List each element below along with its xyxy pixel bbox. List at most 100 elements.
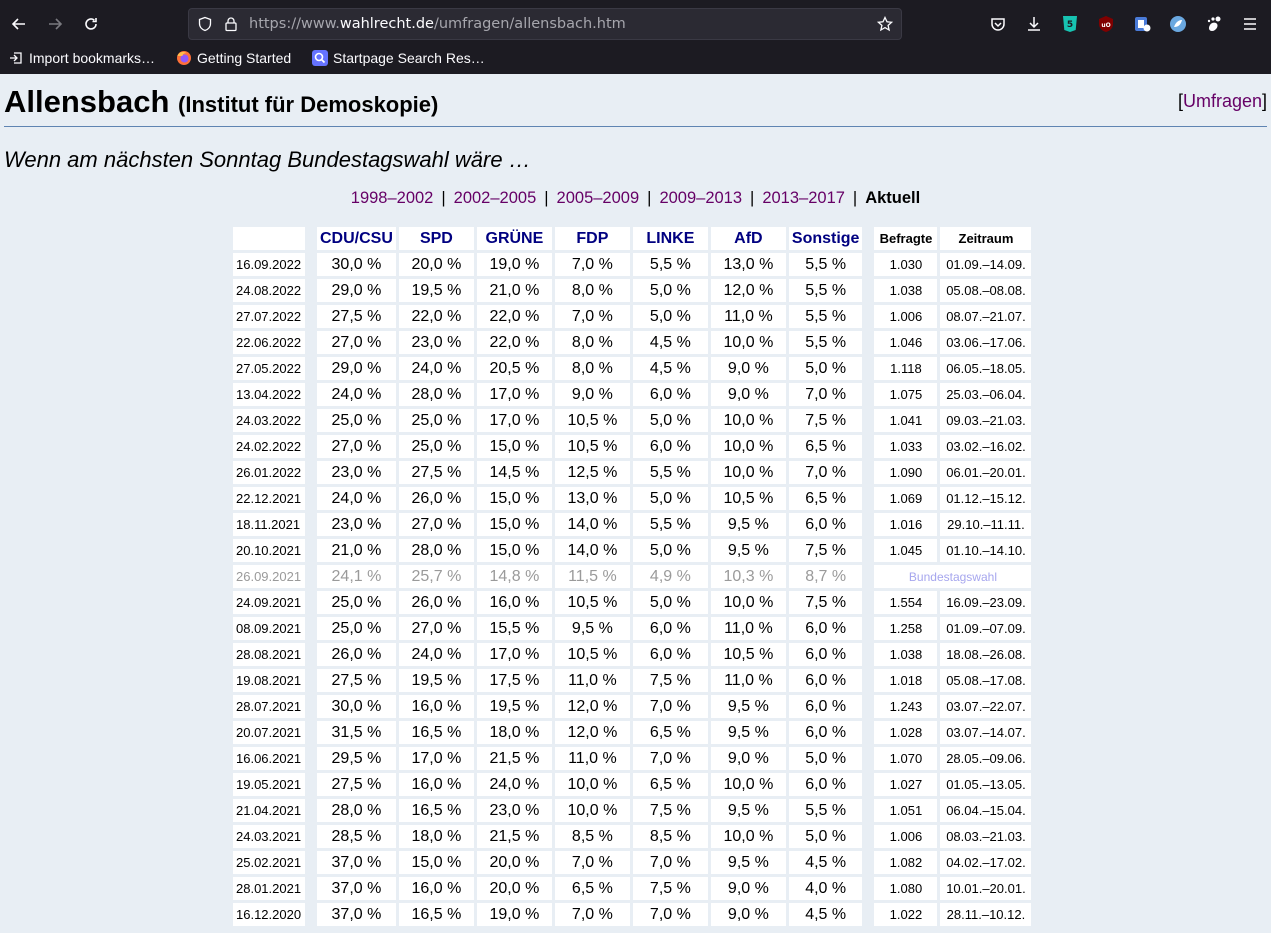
menu-icon[interactable]	[1240, 14, 1260, 34]
pocket-icon[interactable]	[988, 14, 1008, 34]
row-gap	[865, 565, 871, 588]
zeitraum-value: 16.09.–23.09.	[940, 591, 1032, 614]
row-date: 27.05.2022	[233, 357, 305, 380]
shield-icon[interactable]	[197, 16, 213, 32]
forward-button[interactable]	[40, 9, 70, 39]
party-value: 9,5 %	[710, 851, 786, 874]
period-link[interactable]: 2013–2017	[762, 189, 845, 207]
row-gap	[308, 305, 314, 328]
row-gap	[308, 851, 314, 874]
table-row: 16.09.2022 30,0 % 20,0 % 19,0 % 7,0 % 5,5 % 13…	[233, 253, 1032, 276]
party-value: 6,0 %	[788, 669, 863, 692]
url-text[interactable]: https://www.wahlrecht.de/umfragen/allens…	[249, 16, 626, 32]
poll-table: CDU/CSU SPD GRÜNE FDP LINKE AfD Sonstige Befrag…	[230, 224, 1034, 929]
party-value: 7,5 %	[788, 409, 863, 432]
row-gap	[865, 435, 871, 458]
zeitraum-value: 01.05.–13.05.	[940, 773, 1032, 796]
row-gap	[308, 825, 314, 848]
befragte-value: 1.038	[874, 279, 938, 302]
party-value: 9,0 %	[554, 383, 630, 406]
party-value: 6,0 %	[632, 643, 708, 666]
party-value: 11,0 %	[554, 669, 630, 692]
zeitraum-value: 01.09.–07.09.	[940, 617, 1032, 640]
party-value: 10,0 %	[710, 409, 786, 432]
party-value: 4,5 %	[788, 903, 863, 926]
zeitraum-value: 01.12.–15.12.	[940, 487, 1032, 510]
bookmark-star-icon[interactable]	[877, 16, 893, 32]
period-link[interactable]: 1998–2002	[351, 189, 434, 207]
download-icon[interactable]	[1024, 14, 1044, 34]
election-label: Bundestagswahl	[874, 565, 1032, 588]
leaf-extension-icon[interactable]	[1168, 14, 1188, 34]
party-value: 21,5 %	[476, 747, 552, 770]
privacy-extension-icon[interactable]	[1132, 14, 1152, 34]
party-value: 9,0 %	[710, 747, 786, 770]
table-row: 16.06.2021 29,5 % 17,0 % 21,5 % 11,0 % 7,0 % 9…	[233, 747, 1032, 770]
zeitraum-value: 03.07.–22.07.	[940, 695, 1032, 718]
bookmark-label: Getting Started	[197, 50, 292, 66]
party-value: 6,0 %	[788, 721, 863, 744]
party-value: 8,7 %	[788, 565, 863, 588]
firefox-icon	[176, 50, 192, 66]
table-row: 24.02.2022 27,0 % 25,0 % 15,0 % 10,5 % 6,0 % 1…	[233, 435, 1032, 458]
party-value: 19,0 %	[476, 903, 552, 926]
party-value: 5,5 %	[788, 799, 863, 822]
period-link[interactable]: 2002–2005	[454, 189, 537, 207]
party-value: 10,0 %	[710, 825, 786, 848]
party-value: 24,0 %	[398, 357, 474, 380]
party-value: 19,5 %	[476, 695, 552, 718]
period-link[interactable]: 2005–2009	[557, 189, 640, 207]
party-value: 6,0 %	[632, 435, 708, 458]
table-row: 21.04.2021 28,0 % 16,5 % 23,0 % 10,0 % 7,5 % 9…	[233, 799, 1032, 822]
party-value: 37,0 %	[317, 851, 396, 874]
party-value: 10,0 %	[554, 773, 630, 796]
gnome-extension-icon[interactable]	[1204, 14, 1224, 34]
party-value: 16,5 %	[398, 903, 474, 926]
row-date: 13.04.2022	[233, 383, 305, 406]
party-value: 4,5 %	[632, 331, 708, 354]
befragte-value: 1.046	[874, 331, 938, 354]
table-row: 24.09.2021 25,0 % 26,0 % 16,0 % 10,5 % 5,0 % 1…	[233, 591, 1032, 614]
row-gap	[865, 721, 871, 744]
zeitraum-value: 03.02.–16.02.	[940, 435, 1032, 458]
party-value: 37,0 %	[317, 903, 396, 926]
period-nav: 1998–2002 | 2002–2005 | 2005–2009 | 2009–2013 |…	[0, 189, 1271, 208]
table-row: 08.09.2021 25,0 % 27,0 % 15,5 % 9,5 % 6,0 % 11…	[233, 617, 1032, 640]
befragte-header: Befragte	[874, 227, 938, 250]
period-link[interactable]: 2009–2013	[659, 189, 742, 207]
bookmark-import[interactable]: Import bookmarks…	[8, 50, 155, 66]
html5-extension-icon[interactable]: 5	[1060, 14, 1080, 34]
bookmark-startpage[interactable]: Startpage Search Res…	[312, 50, 485, 66]
party-value: 27,5 %	[317, 773, 396, 796]
party-value: 7,5 %	[632, 799, 708, 822]
table-row: 25.02.2021 37,0 % 15,0 % 20,0 % 7,0 % 7,0 % 9,…	[233, 851, 1032, 874]
lock-icon[interactable]	[223, 16, 239, 32]
row-gap	[865, 773, 871, 796]
row-gap	[308, 383, 314, 406]
befragte-value: 1.082	[874, 851, 938, 874]
party-value: 16,0 %	[398, 695, 474, 718]
url-bar[interactable]: https://www.wahlrecht.de/umfragen/allens…	[188, 8, 902, 40]
reload-button[interactable]	[76, 9, 106, 39]
back-button[interactable]	[4, 9, 34, 39]
party-value: 10,3 %	[710, 565, 786, 588]
party-value: 11,0 %	[710, 617, 786, 640]
party-value: 23,0 %	[476, 799, 552, 822]
befragte-value: 1.033	[874, 435, 938, 458]
party-value: 17,0 %	[476, 383, 552, 406]
divider	[4, 126, 1267, 127]
party-value: 26,0 %	[398, 591, 474, 614]
party-value: 7,5 %	[788, 539, 863, 562]
ublock-origin-icon[interactable]: uO	[1096, 14, 1116, 34]
bookmark-getting-started[interactable]: Getting Started	[176, 50, 291, 66]
party-value: 15,0 %	[476, 513, 552, 536]
svg-text:uO: uO	[1101, 22, 1110, 29]
zeitraum-value: 04.02.–17.02.	[940, 851, 1032, 874]
party-value: 11,0 %	[554, 747, 630, 770]
umfragen-link[interactable]: Umfragen	[1183, 91, 1262, 111]
zeitraum-value: 25.03.–06.04.	[940, 383, 1032, 406]
party-value: 7,5 %	[788, 591, 863, 614]
party-value: 16,5 %	[398, 721, 474, 744]
row-gap	[865, 383, 871, 406]
party-value: 37,0 %	[317, 877, 396, 900]
